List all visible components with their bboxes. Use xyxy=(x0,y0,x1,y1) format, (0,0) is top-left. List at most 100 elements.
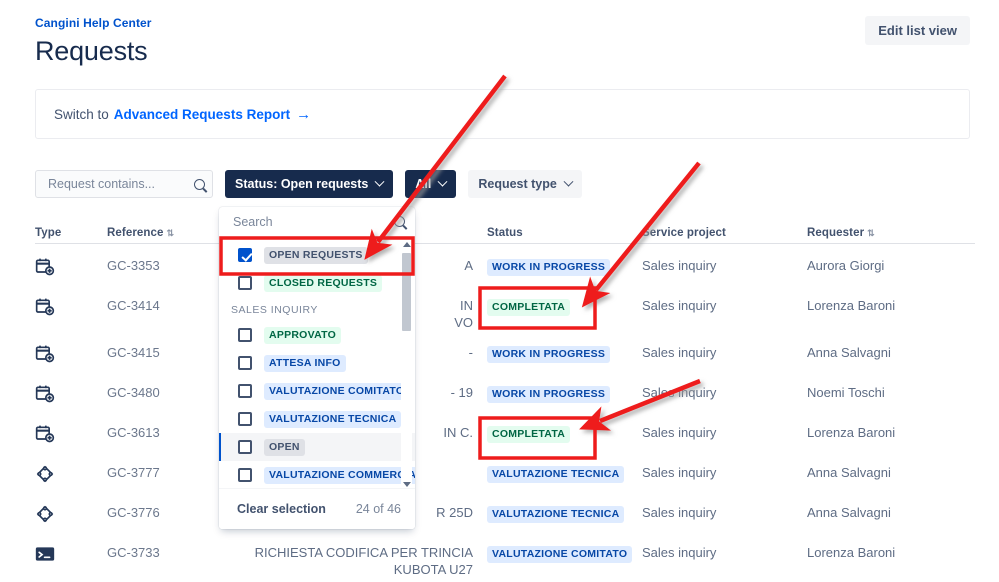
status-badge: WORK IN PROGRESS xyxy=(487,259,611,276)
service-project-cell: Sales inquiry xyxy=(642,298,717,313)
dropdown-option-open[interactable]: OPEN xyxy=(219,433,415,461)
table-row[interactable]: GC-3415- WORK IN PROGRESS Sales inquiry Ann… xyxy=(35,331,975,371)
status-cell: VALUTAZIONE TECNICA xyxy=(487,504,642,523)
table-row[interactable]: GC-3353 A WORK IN PROGRESS Sales inquiry Aur… xyxy=(35,244,975,284)
service-project-cell: Sales inquiry xyxy=(642,385,717,400)
request-summary[interactable]: RICHIESTA CODIFICA PER TRINCIA KUBOTA U2… xyxy=(207,544,487,578)
column-header-type[interactable]: Type xyxy=(35,227,107,239)
column-header-service-project[interactable]: Service project xyxy=(642,227,807,239)
request-reference-link[interactable]: GC-3353 xyxy=(107,257,207,274)
dropdown-scrollbar[interactable] xyxy=(401,241,412,488)
status-cell: WORK IN PROGRESS xyxy=(487,384,642,403)
service-project-cell: Sales inquiry xyxy=(642,425,717,440)
dropdown-option-approvato[interactable]: APPROVATO xyxy=(219,321,415,349)
chevron-down-icon xyxy=(437,176,448,187)
table-row[interactable]: PL60 IDR. LATO MACCHINA PER xyxy=(35,578,975,582)
advanced-requests-report-link[interactable]: Advanced Requests Report xyxy=(114,107,290,122)
dropdown-option-closed-requests[interactable]: CLOSED REQUESTS xyxy=(219,269,415,297)
filter-toolbar: Status: Open requests All Request type xyxy=(35,170,582,198)
dropdown-option-badge: OPEN xyxy=(264,438,305,456)
dropdown-option-attesa-info[interactable]: ATTESA INFO xyxy=(219,349,415,377)
table-row[interactable]: GC-3776 R 25D VALUTAZIONE TECNICA Sales inq… xyxy=(35,491,975,531)
dropdown-option-valutazione-tecnica[interactable]: VALUTAZIONE TECNICA xyxy=(219,405,415,433)
status-badge: WORK IN PROGRESS xyxy=(487,386,611,403)
request-type-filter-button[interactable]: Request type xyxy=(468,170,582,198)
requester-cell: Noemi Toschi xyxy=(807,385,885,400)
status-badge: WORK IN PROGRESS xyxy=(487,346,611,363)
requests-page: Cangini Help Center Requests Edit list v… xyxy=(0,0,999,582)
request-reference-link[interactable]: GC-3777 xyxy=(107,464,207,481)
dropdown-option-badge: VALUTAZIONE COMMERCIALE xyxy=(264,466,415,484)
dropdown-footer: Clear selection 24 of 46 xyxy=(219,488,415,529)
terminal-icon xyxy=(35,544,107,564)
request-reference-link[interactable]: GC-3733 xyxy=(107,544,207,561)
request-search-box[interactable] xyxy=(35,170,213,198)
requester-cell: Anna Salvagni xyxy=(807,345,891,360)
status-cell: VALUTAZIONE COMITATO xyxy=(487,544,642,563)
scrollbar-thumb[interactable] xyxy=(402,253,411,331)
status-filter-dropdown[interactable]: OPEN REQUESTS CLOSED REQUESTS SALES INQUIR… xyxy=(219,207,415,529)
checkbox-icon[interactable] xyxy=(238,384,252,398)
checkbox-icon[interactable] xyxy=(238,328,252,342)
status-filter-label: Status: Open requests xyxy=(235,177,369,191)
dropdown-option-list[interactable]: OPEN REQUESTS CLOSED REQUESTS SALES INQUIR… xyxy=(219,237,415,488)
switch-report-banner: Switch to Advanced Requests Report → xyxy=(35,89,970,139)
status-badge: VALUTAZIONE TECNICA xyxy=(487,506,625,523)
status-cell: COMPLETATA xyxy=(487,424,642,443)
checkbox-icon[interactable] xyxy=(238,276,252,290)
sort-icon: ⇅ xyxy=(867,228,875,238)
request-reference-link[interactable]: GC-3414 xyxy=(107,297,207,314)
requester-cell: Aurora Giorgi xyxy=(807,258,885,273)
checkbox-icon[interactable] xyxy=(238,356,252,370)
requester-cell: Anna Salvagni xyxy=(807,505,891,520)
dropdown-search-row[interactable] xyxy=(219,207,415,237)
dropdown-search-input[interactable] xyxy=(231,213,381,230)
checkbox-icon[interactable] xyxy=(238,440,252,454)
dropdown-option-open-requests[interactable]: OPEN REQUESTS xyxy=(219,241,415,269)
scroll-up-arrow-icon[interactable] xyxy=(403,242,411,247)
search-input[interactable] xyxy=(46,176,194,192)
chevron-down-icon xyxy=(374,176,385,187)
request-reference-link[interactable]: GC-3480 xyxy=(107,384,207,401)
status-filter-button[interactable]: Status: Open requests xyxy=(225,170,394,198)
search-icon xyxy=(394,216,405,227)
clear-selection-button[interactable]: Clear selection xyxy=(237,502,326,516)
status-badge: COMPLETATA xyxy=(487,299,571,316)
edit-list-view-button[interactable]: Edit list view xyxy=(865,16,970,45)
request-reference-link[interactable]: GC-3776 xyxy=(107,504,207,521)
table-header-row: Type Reference ⇅ Status Service project R… xyxy=(35,222,975,244)
dropdown-option-valutazione-commerciale[interactable]: VALUTAZIONE COMMERCIALE xyxy=(219,461,415,488)
search-icon xyxy=(194,178,205,190)
table-row[interactable]: GC-3733 RICHIESTA CODIFICA PER TRINCIA KU… xyxy=(35,531,975,578)
service-project-cell: Sales inquiry xyxy=(642,465,717,480)
table-row[interactable]: GC-3480- 19 WORK IN PROGRESS Sales inquiry… xyxy=(35,371,975,411)
dropdown-option-valutazione-comitato[interactable]: VALUTAZIONE COMITATO xyxy=(219,377,415,405)
new-request-icon xyxy=(35,424,107,444)
service-project-cell: Sales inquiry xyxy=(642,258,717,273)
dropdown-option-badge: CLOSED REQUESTS xyxy=(264,274,383,292)
service-project-cell: Sales inquiry xyxy=(642,505,717,520)
dropdown-option-badge: OPEN REQUESTS xyxy=(264,246,368,264)
change-request-icon xyxy=(35,504,107,524)
table-row[interactable]: GC-3613 IN C. COMPLETATA Sales inquiry Loren… xyxy=(35,411,975,451)
scope-filter-button[interactable]: All xyxy=(405,170,457,198)
new-request-icon xyxy=(35,344,107,364)
checkbox-icon[interactable] xyxy=(238,468,252,482)
column-header-requester[interactable]: Requester ⇅ xyxy=(807,227,967,239)
dropdown-option-badge: VALUTAZIONE TECNICA xyxy=(264,410,402,428)
status-cell: COMPLETATA xyxy=(487,297,642,316)
requester-cell: Lorenza Baroni xyxy=(807,545,896,560)
request-reference-link[interactable]: GC-3415 xyxy=(107,344,207,361)
checkbox-checked-icon[interactable] xyxy=(238,248,252,262)
change-request-icon xyxy=(35,464,107,484)
request-reference-link[interactable]: GC-3613 xyxy=(107,424,207,441)
table-row[interactable]: GC-3777 VALUTAZIONE TECNICA Sales inquiry A… xyxy=(35,451,975,491)
service-project-cell: Sales inquiry xyxy=(642,345,717,360)
checkbox-icon[interactable] xyxy=(238,412,252,426)
column-header-reference-label: Reference xyxy=(107,227,164,239)
breadcrumb[interactable]: Cangini Help Center xyxy=(35,16,152,30)
table-row[interactable]: GC-3414 IN VO COMPLETATA Sales inquiry Loren… xyxy=(35,284,975,331)
column-header-status[interactable]: Status xyxy=(487,227,642,239)
column-header-reference[interactable]: Reference ⇅ xyxy=(107,227,207,239)
scroll-down-arrow-icon[interactable] xyxy=(403,482,411,487)
